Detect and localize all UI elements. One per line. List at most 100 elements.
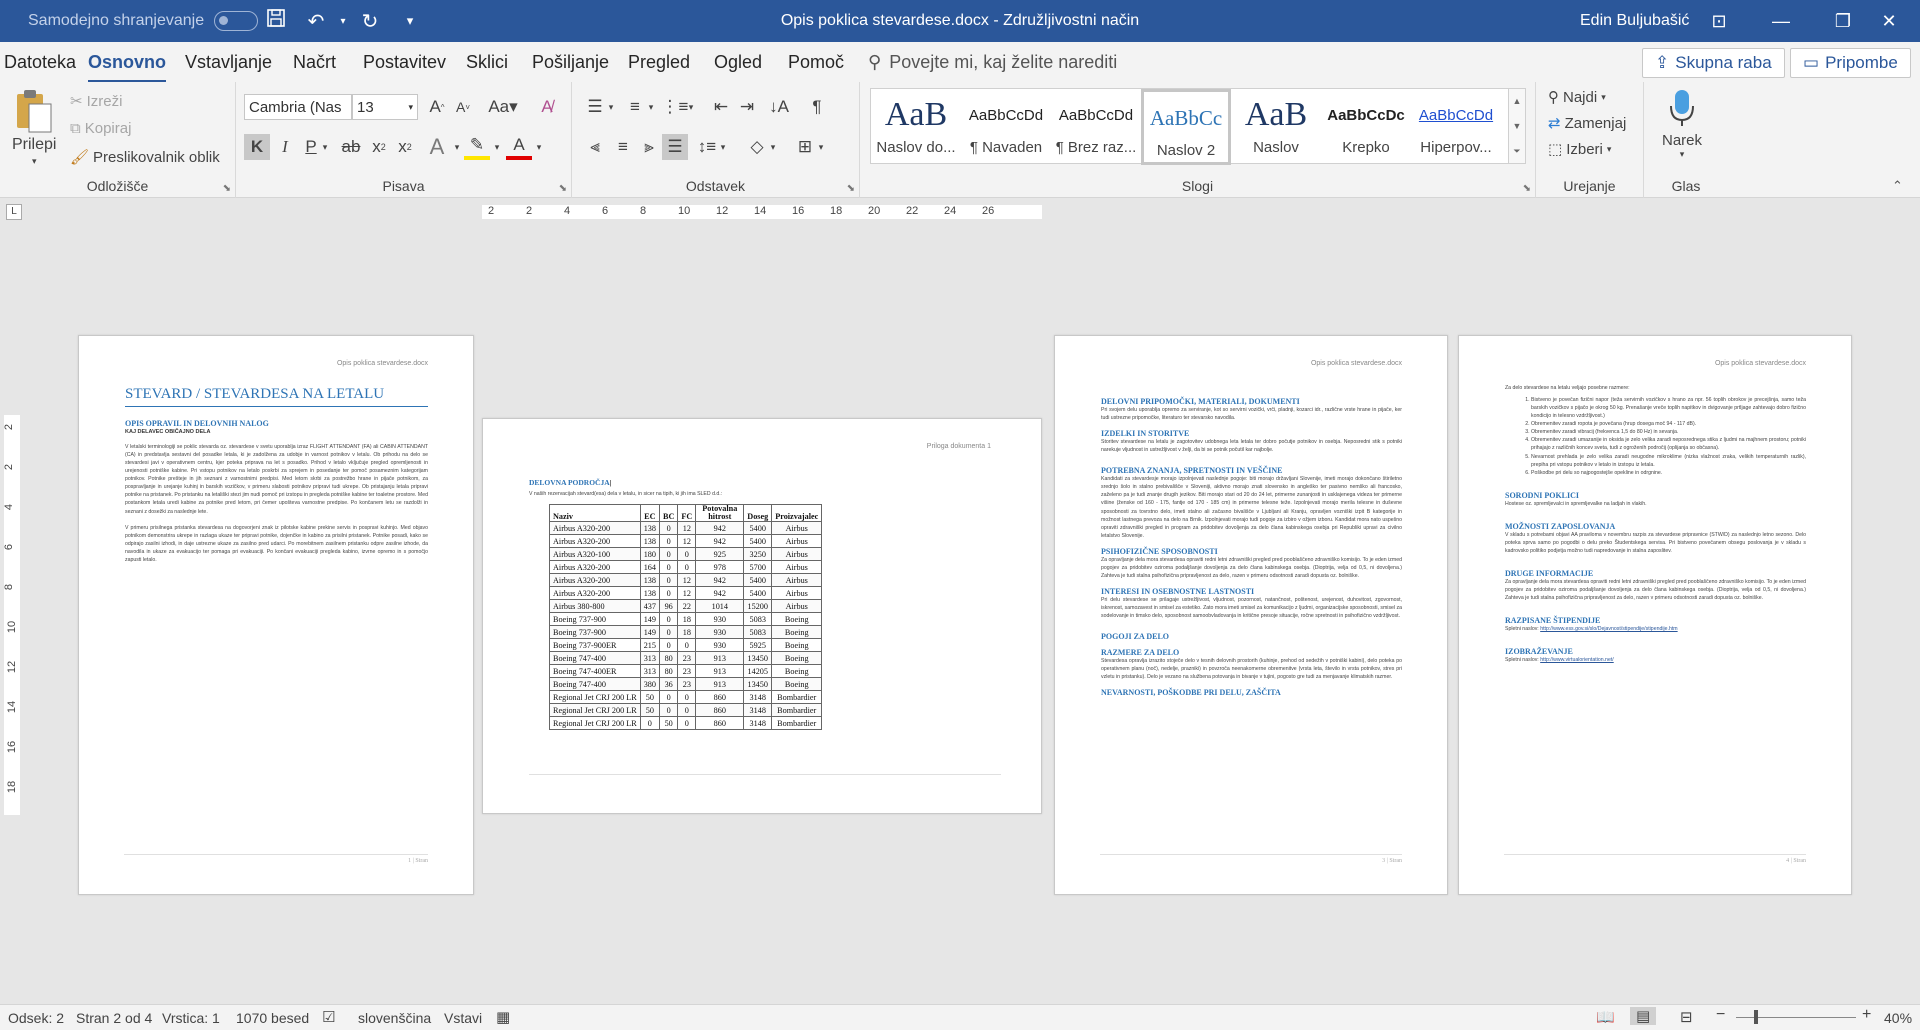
- style-title-1[interactable]: AaB Naslov do...: [871, 89, 961, 165]
- styles-gallery-scroll[interactable]: ▲ ▼ ⏷: [1508, 88, 1526, 164]
- table-cell[interactable]: 12: [677, 586, 697, 601]
- macro-recording-icon[interactable]: ▦: [496, 1008, 510, 1026]
- share-button[interactable]: ⇪ Skupna raba: [1642, 48, 1785, 78]
- page-3[interactable]: Opis poklica stevardese.docx DELOVNI PRI…: [1054, 335, 1448, 895]
- user-name[interactable]: Edin Buljubašić: [1580, 12, 1689, 30]
- aircraft-table[interactable]: Naziv EC BC FC Potovalna hitrost Doseg Proizva…: [549, 504, 823, 731]
- text-effects-dropdown-icon[interactable]: ▾: [450, 134, 464, 160]
- table-cell[interactable]: 23: [677, 677, 697, 692]
- italic-icon[interactable]: I: [272, 134, 298, 160]
- table-cell[interactable]: 215: [639, 638, 660, 653]
- table-cell[interactable]: Bombardier: [771, 690, 823, 705]
- status-page[interactable]: Stran 2 od 4: [76, 1010, 152, 1026]
- print-layout-icon[interactable]: ▤: [1630, 1007, 1657, 1025]
- table-cell[interactable]: Airbus A320-200: [549, 521, 641, 536]
- superscript-icon[interactable]: x2: [392, 134, 418, 160]
- tab-file[interactable]: Datoteka: [4, 52, 76, 73]
- strikethrough-icon[interactable]: ab: [338, 134, 364, 160]
- table-cell[interactable]: Airbus: [771, 586, 823, 601]
- highlight-icon[interactable]: ✎: [464, 134, 490, 160]
- tab-mailings[interactable]: Pošiljanje: [532, 52, 609, 73]
- table-cell[interactable]: 313: [639, 651, 660, 666]
- decrease-indent-icon[interactable]: ⇤: [708, 94, 734, 120]
- table-cell[interactable]: Boeing: [771, 651, 823, 666]
- table-cell[interactable]: 913: [695, 677, 745, 692]
- table-cell[interactable]: 50: [639, 703, 660, 718]
- align-right-icon[interactable]: ⫸: [636, 134, 662, 160]
- table-cell[interactable]: Boeing: [771, 664, 823, 679]
- table-cell[interactable]: Airbus A320-100: [549, 547, 641, 562]
- tab-review[interactable]: Pregled: [628, 52, 690, 73]
- table-cell[interactable]: 22: [677, 599, 697, 614]
- find-button[interactable]: ⚲ Najdi ▾: [1548, 88, 1606, 107]
- table-cell[interactable]: 942: [695, 534, 745, 549]
- styles-launcher-icon[interactable]: ⬊: [1523, 183, 1531, 194]
- table-cell[interactable]: 15200: [743, 599, 773, 614]
- table-cell[interactable]: 930: [695, 612, 745, 627]
- tab-help[interactable]: Pomoč: [788, 52, 844, 73]
- table-cell[interactable]: 930: [695, 638, 745, 653]
- find-dropdown-icon[interactable]: ▾: [1601, 92, 1606, 103]
- table-cell[interactable]: Boeing 747-400ER: [549, 664, 641, 679]
- tab-references[interactable]: Sklici: [466, 52, 508, 73]
- table-cell[interactable]: 0: [658, 573, 679, 588]
- ribbon-display-options-icon[interactable]: ⊡: [1688, 0, 1750, 42]
- table-cell[interactable]: 930: [695, 625, 745, 640]
- table-cell[interactable]: 138: [639, 521, 660, 536]
- bold-icon[interactable]: K: [244, 134, 270, 160]
- gallery-down-icon[interactable]: ▼: [1509, 114, 1525, 139]
- table-cell[interactable]: 12: [677, 521, 697, 536]
- table-cell[interactable]: 3148: [743, 690, 773, 705]
- table-cell[interactable]: 0: [677, 716, 697, 731]
- table-cell[interactable]: 0: [658, 521, 679, 536]
- table-cell[interactable]: 14205: [743, 664, 773, 679]
- underline-dropdown-icon[interactable]: ▾: [318, 134, 332, 160]
- font-size-dropdown-icon[interactable]: ▾: [408, 102, 413, 113]
- table-cell[interactable]: Airbus: [771, 599, 823, 614]
- sort-icon[interactable]: ↓A: [766, 94, 792, 120]
- table-cell[interactable]: 380: [639, 677, 660, 692]
- table-cell[interactable]: Boeing 747-400: [549, 677, 641, 692]
- bullets-dropdown-icon[interactable]: ▾: [604, 94, 618, 120]
- tab-selector-icon[interactable]: L: [6, 204, 22, 220]
- zoom-out-icon[interactable]: −: [1716, 1006, 1725, 1024]
- table-cell[interactable]: 5083: [743, 625, 773, 640]
- table-cell[interactable]: 3148: [743, 716, 773, 731]
- numbering-dropdown-icon[interactable]: ▾: [644, 94, 658, 120]
- table-cell[interactable]: 0: [677, 560, 697, 575]
- copy-button[interactable]: ⧉ Kopiraj: [70, 120, 131, 137]
- text-effects-icon[interactable]: A: [424, 134, 450, 160]
- table-cell[interactable]: 5400: [743, 573, 773, 588]
- paragraph-launcher-icon[interactable]: ⬊: [847, 183, 855, 194]
- table-cell[interactable]: 860: [695, 690, 745, 705]
- zoom-in-icon[interactable]: +: [1862, 1006, 1871, 1024]
- table-cell[interactable]: 0: [658, 638, 679, 653]
- table-cell[interactable]: 860: [695, 703, 745, 718]
- multilevel-dropdown-icon[interactable]: ▾: [684, 94, 698, 120]
- table-cell[interactable]: Boeing: [771, 638, 823, 653]
- table-cell[interactable]: 3148: [743, 703, 773, 718]
- font-name-box[interactable]: Cambria (Nas: [244, 94, 352, 120]
- dictate-dropdown-icon[interactable]: ▾: [1680, 149, 1685, 160]
- table-cell[interactable]: 942: [695, 586, 745, 601]
- table-cell[interactable]: 942: [695, 521, 745, 536]
- table-cell[interactable]: Airbus: [771, 547, 823, 562]
- justify-icon[interactable]: ☰: [662, 134, 688, 160]
- select-dropdown-icon[interactable]: ▾: [1607, 144, 1612, 155]
- table-cell[interactable]: Airbus: [771, 560, 823, 575]
- autosave-group[interactable]: Samodejno shranjevanje: [28, 0, 259, 42]
- gallery-up-icon[interactable]: ▲: [1509, 89, 1525, 114]
- table-cell[interactable]: 0: [658, 612, 679, 627]
- table-cell[interactable]: 5400: [743, 534, 773, 549]
- table-cell[interactable]: 13450: [743, 651, 773, 666]
- font-launcher-icon[interactable]: ⬊: [559, 183, 567, 194]
- tab-layout[interactable]: Postavitev: [363, 52, 446, 73]
- table-cell[interactable]: 0: [677, 547, 697, 562]
- status-words[interactable]: 1070 besed: [236, 1010, 309, 1026]
- customize-quick-access-icon[interactable]: ▾: [390, 13, 430, 29]
- style-title[interactable]: AaB Naslov: [1231, 89, 1321, 165]
- table-cell[interactable]: 180: [639, 547, 660, 562]
- table-cell[interactable]: 12: [677, 573, 697, 588]
- save-icon[interactable]: [256, 8, 296, 34]
- table-cell[interactable]: 5700: [743, 560, 773, 575]
